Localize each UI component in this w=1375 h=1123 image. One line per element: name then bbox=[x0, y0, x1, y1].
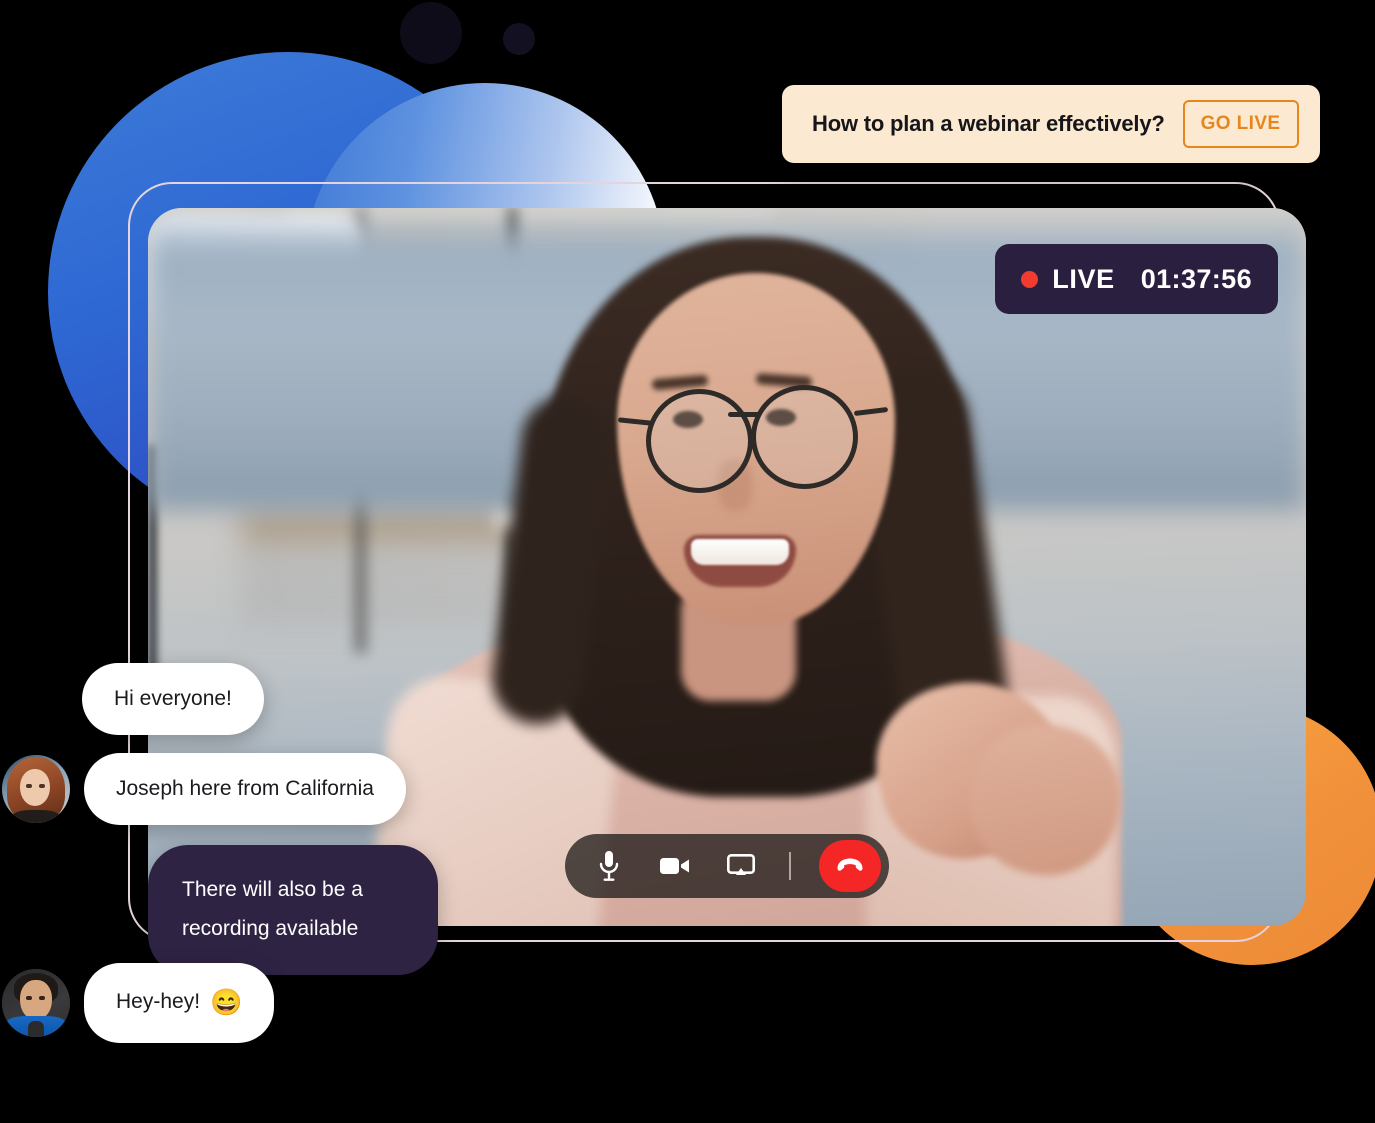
live-status-badge: LIVE 01:37:56 bbox=[995, 244, 1278, 314]
chat-message-2: Joseph here from California bbox=[2, 753, 406, 826]
screen-share-icon bbox=[727, 854, 755, 878]
live-record-dot-icon bbox=[1021, 270, 1039, 288]
camera-button[interactable] bbox=[653, 844, 697, 888]
grinning-face-emoji-icon: 😄 bbox=[210, 987, 243, 1017]
chat-bubble-text: Hey-hey! bbox=[116, 990, 201, 1013]
chat-bubble-text: Hi everyone! bbox=[82, 663, 264, 736]
dark-dot-large-decoration bbox=[400, 2, 462, 64]
eyeglasses-right-lens bbox=[751, 384, 859, 489]
call-control-bar bbox=[565, 834, 889, 898]
chat-bubble-with-emoji: Hey-hey! 😄 bbox=[84, 963, 275, 1043]
eyeglasses-left-lens bbox=[645, 388, 753, 493]
webinar-prompt-banner: How to plan a webinar effectively? GO LI… bbox=[782, 85, 1320, 163]
chat-message-4: Hey-hey! 😄 bbox=[2, 963, 275, 1043]
avatar-woman[interactable] bbox=[2, 755, 70, 824]
live-timer: 01:37:56 bbox=[1140, 263, 1252, 294]
chat-bubble-text: Joseph here from California bbox=[84, 753, 406, 826]
dark-dot-small-decoration bbox=[503, 23, 535, 55]
microphone-button[interactable] bbox=[587, 844, 631, 888]
screen-share-button[interactable] bbox=[719, 844, 763, 888]
phone-hangup-icon bbox=[835, 857, 865, 876]
webinar-question-text: How to plan a webinar effectively? bbox=[812, 111, 1165, 136]
chat-bubble-text: There will also be a recording available bbox=[148, 845, 438, 975]
go-live-button[interactable]: GO LIVE bbox=[1182, 100, 1299, 148]
chat-message-3: There will also be a recording available bbox=[148, 845, 438, 975]
avatar-man[interactable] bbox=[2, 968, 70, 1037]
microphone-icon bbox=[597, 850, 621, 882]
end-call-button[interactable] bbox=[819, 840, 881, 892]
live-label: LIVE bbox=[1052, 263, 1115, 294]
chat-message-1: Hi everyone! bbox=[82, 663, 264, 736]
video-camera-icon bbox=[660, 856, 690, 876]
hero-illustration: LIVE 01:37:56 How to plan a webinar effe… bbox=[0, 0, 1375, 1123]
control-divider bbox=[789, 852, 791, 880]
